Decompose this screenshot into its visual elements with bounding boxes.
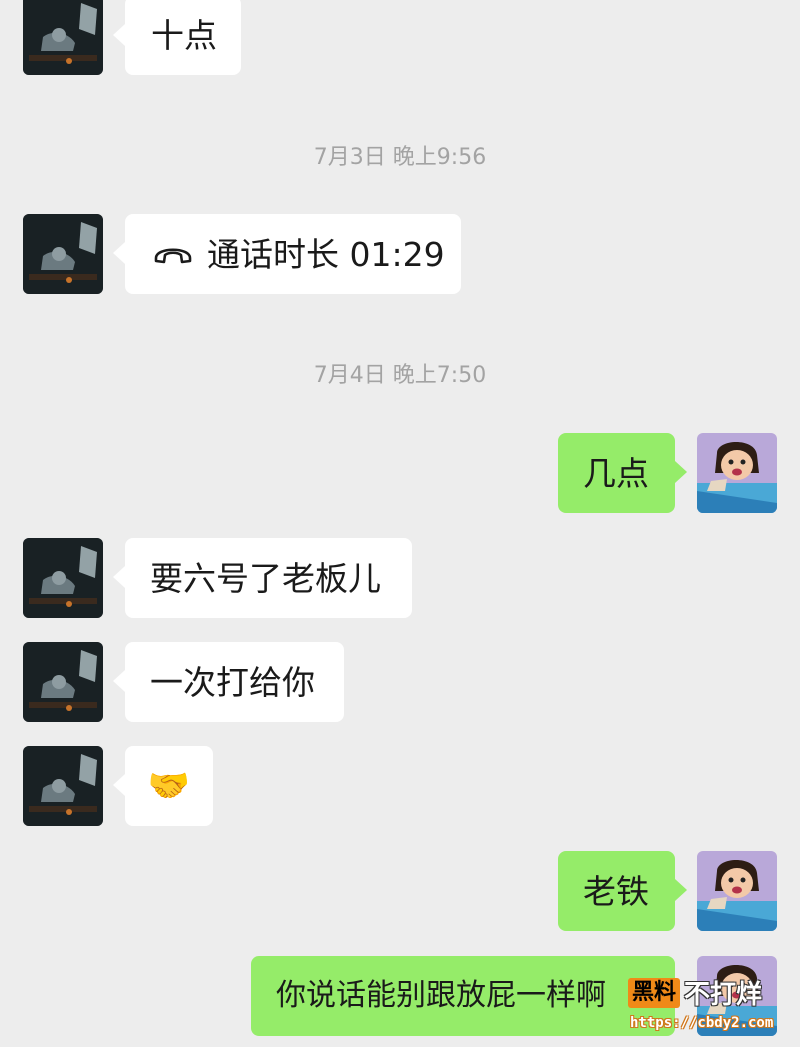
contact-avatar[interactable] bbox=[23, 746, 103, 826]
watermark: 黑料 不打烊 https://cbdy2.com bbox=[628, 974, 794, 1032]
watermark-url: https://cbdy2.com bbox=[630, 1015, 774, 1031]
message-bubble-outgoing[interactable]: 老铁 bbox=[558, 851, 687, 931]
self-avatar[interactable] bbox=[697, 851, 777, 931]
self-avatar[interactable] bbox=[697, 433, 777, 513]
handshake-emoji: 🤝 bbox=[147, 766, 191, 806]
watermark-box-text: 黑料 bbox=[628, 977, 681, 1008]
phone-hangup-icon bbox=[153, 243, 193, 265]
contact-avatar[interactable] bbox=[23, 0, 103, 75]
message-text: 一次打给你 bbox=[150, 662, 315, 702]
call-duration-label: 通话时长 01:29 bbox=[207, 234, 445, 274]
message-bubble-incoming[interactable]: 十点 bbox=[113, 0, 241, 75]
message-bubble-outgoing[interactable]: 几点 bbox=[558, 433, 687, 513]
watermark-side-text: 不打烊 bbox=[684, 980, 763, 1010]
call-record-bubble[interactable]: 通话时长 01:29 bbox=[113, 214, 461, 294]
timestamp: 7月3日 晚上9:56 bbox=[313, 145, 487, 170]
message-bubble-incoming[interactable]: 一次打给你 bbox=[113, 642, 344, 722]
message-bubble-incoming[interactable]: 要六号了老板儿 bbox=[113, 538, 412, 618]
message-text: 要六号了老板儿 bbox=[150, 558, 381, 598]
contact-avatar[interactable] bbox=[23, 214, 103, 294]
message-text: 老铁 bbox=[583, 871, 649, 911]
timestamp: 7月4日 晚上7:50 bbox=[313, 363, 487, 388]
message-text: 几点 bbox=[583, 453, 649, 493]
contact-avatar[interactable] bbox=[23, 642, 103, 722]
message-bubble-outgoing[interactable]: 你说话能别跟放屁一样啊 bbox=[251, 956, 675, 1036]
message-text: 十点 bbox=[151, 16, 217, 55]
contact-avatar[interactable] bbox=[23, 538, 103, 618]
message-bubble-incoming[interactable]: 🤝 bbox=[113, 746, 213, 826]
message-text: 你说话能别跟放屁一样啊 bbox=[276, 978, 606, 1013]
